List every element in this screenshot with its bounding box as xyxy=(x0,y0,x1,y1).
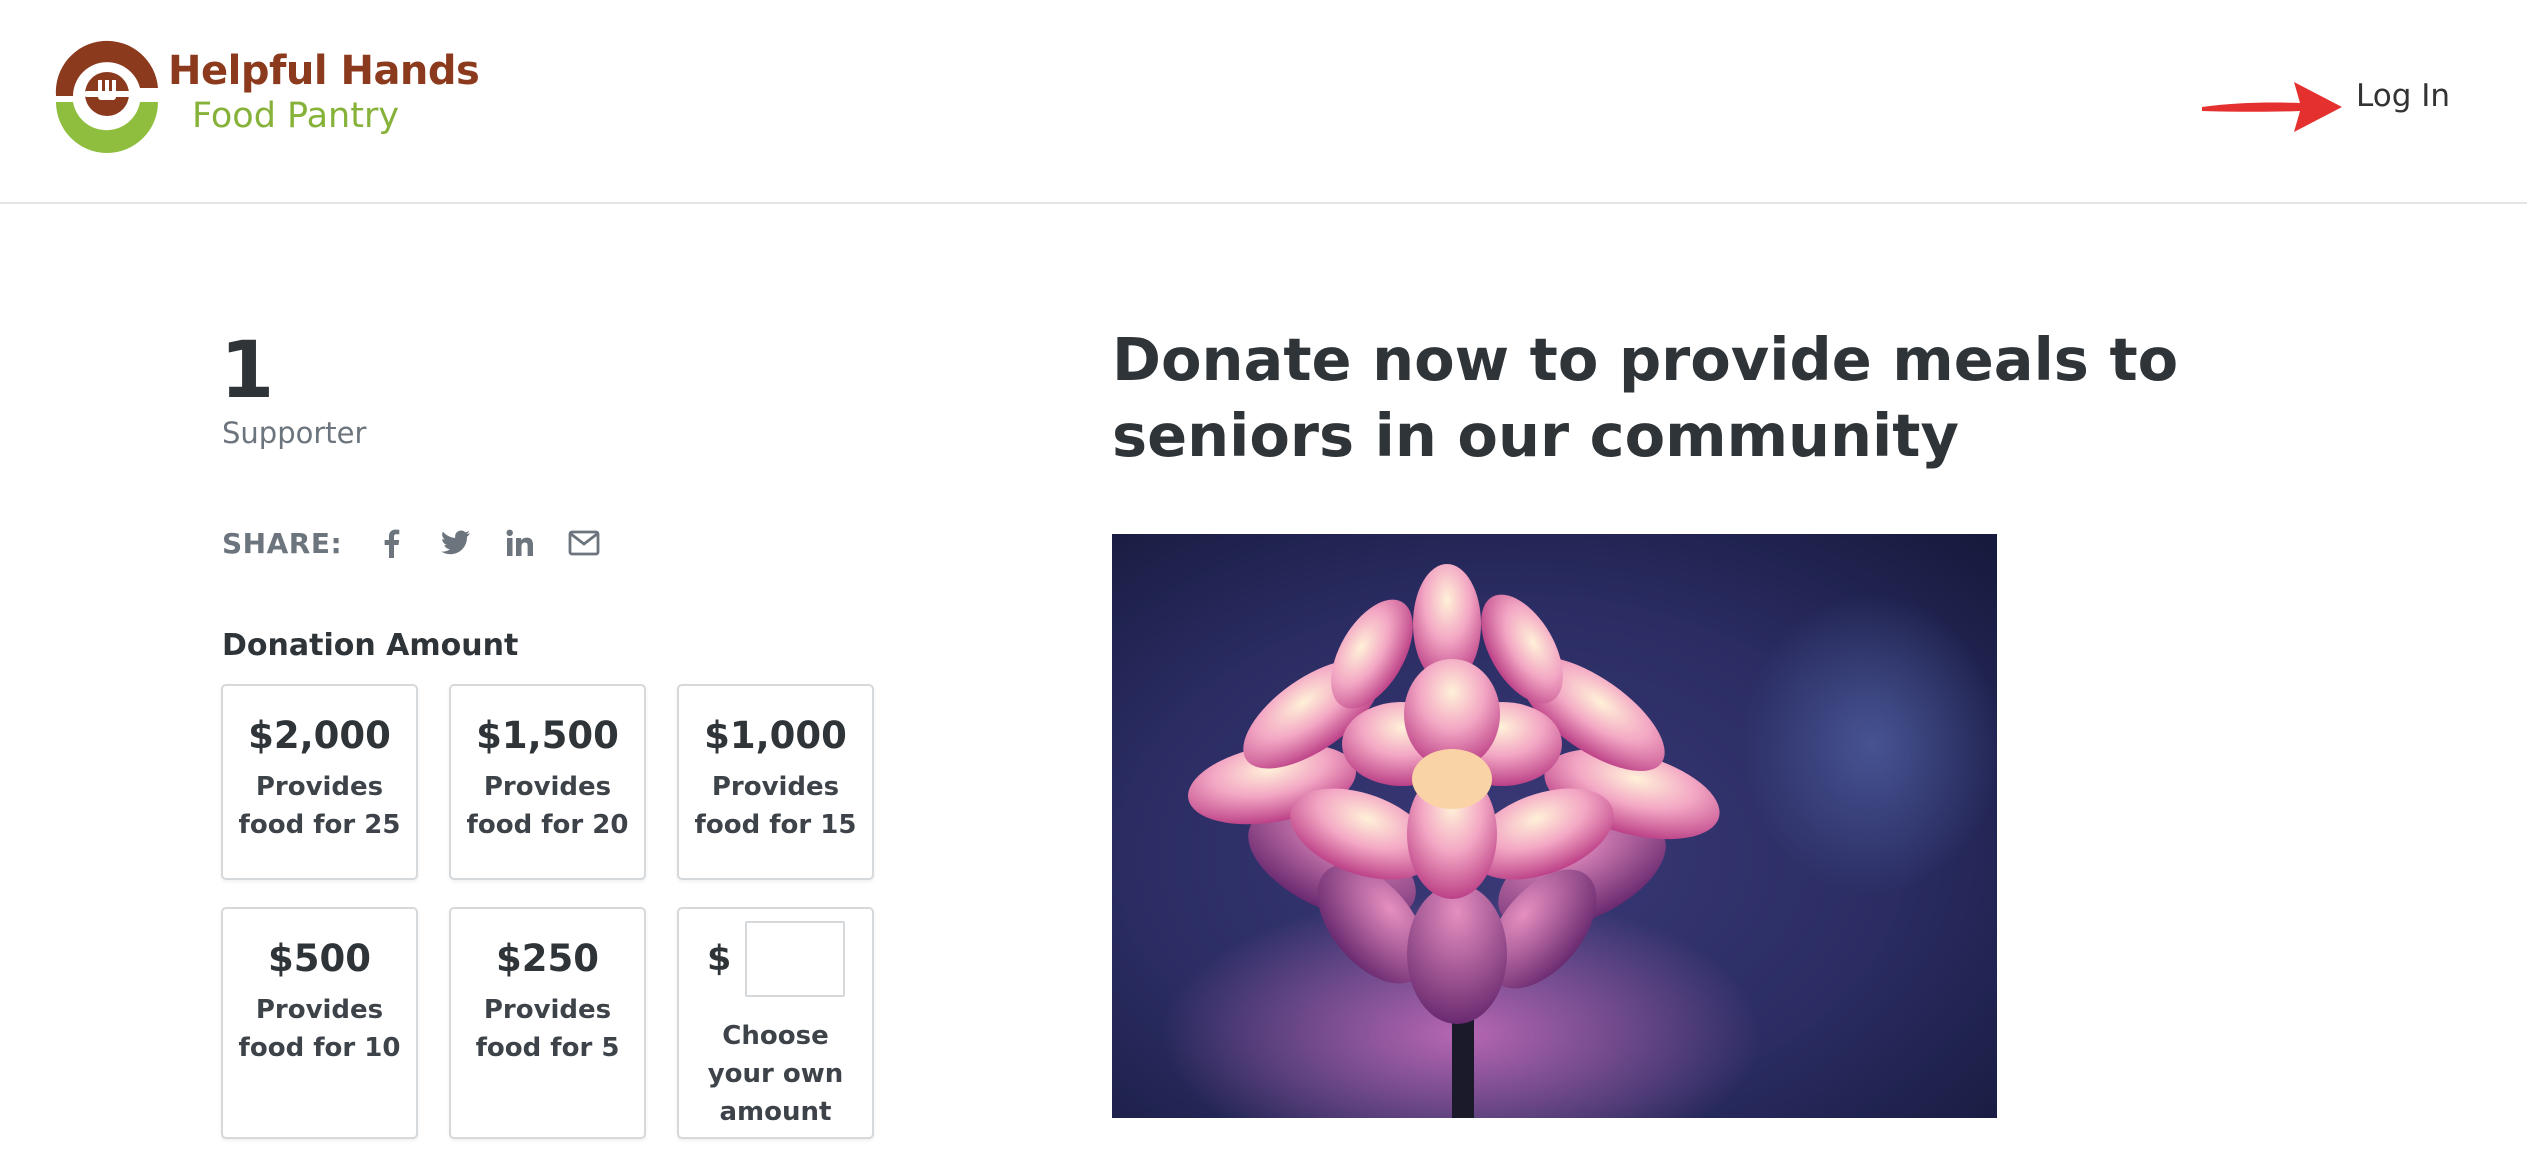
linkedin-icon[interactable] xyxy=(498,521,542,565)
login-link[interactable]: Log In xyxy=(2356,78,2450,114)
twitter-icon[interactable] xyxy=(434,521,478,565)
facebook-icon[interactable] xyxy=(370,521,414,565)
tile-description: Provides food for 20 xyxy=(466,772,629,840)
donation-tile-500[interactable]: $500 Provides food for 10 xyxy=(221,907,418,1139)
email-icon[interactable] xyxy=(562,521,606,565)
donation-tile-1000[interactable]: $1,000 Provides food for 15 xyxy=(677,684,874,880)
tile-amount: $500 xyxy=(268,937,371,980)
fork-plate-icon xyxy=(55,40,158,153)
supporter-label: Supporter xyxy=(222,416,367,450)
tile-amount: $1,000 xyxy=(704,714,847,757)
logo-title: Helpful Hands xyxy=(168,48,480,94)
logo-subtitle: Food Pantry xyxy=(192,96,400,136)
tile-description: Provides food for 25 xyxy=(238,772,401,840)
share-row: SHARE: xyxy=(222,518,606,568)
donation-amount-label: Donation Amount xyxy=(222,628,519,663)
campaign-headline: Donate now to provide meals to seniors i… xyxy=(1112,325,2179,470)
donation-tile-250[interactable]: $250 Provides food for 5 xyxy=(449,907,646,1139)
tile-description: Provides food for 5 xyxy=(475,995,620,1063)
tile-description: Provides food for 15 xyxy=(694,772,857,840)
helpful-hands-logo[interactable]: Helpful Hands Food Pantry xyxy=(48,36,480,154)
site-header: Helpful Hands Food Pantry Log In xyxy=(0,0,2527,204)
tile-amount: $250 xyxy=(496,937,599,980)
tile-description: Provides food for 10 xyxy=(238,995,401,1063)
campaign-hero-image xyxy=(1112,534,1997,1118)
donation-tile-custom[interactable]: $ Choose your own amount xyxy=(677,907,874,1139)
tile-amount: $2,000 xyxy=(248,714,391,757)
share-label: SHARE: xyxy=(222,526,343,560)
custom-amount-input[interactable] xyxy=(745,921,845,997)
supporter-count: 1 xyxy=(220,326,275,416)
currency-symbol: $ xyxy=(707,939,732,979)
tile-amount: $1,500 xyxy=(476,714,619,757)
donation-tile-1500[interactable]: $1,500 Provides food for 20 xyxy=(449,684,646,880)
red-arrow-annotation-icon xyxy=(2202,82,2342,132)
donation-tile-2000[interactable]: $2,000 Provides food for 25 xyxy=(221,684,418,880)
custom-amount-description: Choose your own amount xyxy=(707,1021,844,1127)
